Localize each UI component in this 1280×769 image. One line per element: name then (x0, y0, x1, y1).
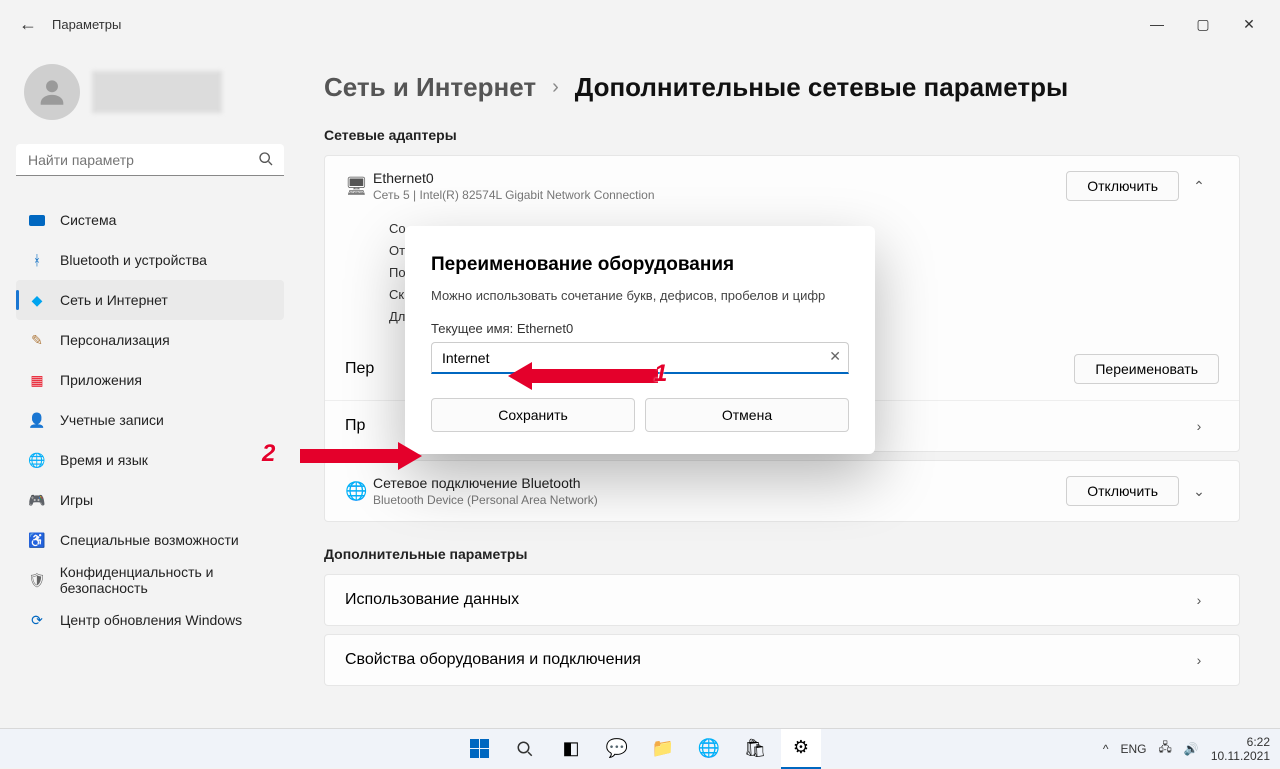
clear-input-button[interactable]: ✕ (829, 348, 841, 365)
tray-clock[interactable]: 6:2210.11.2021 (1211, 735, 1270, 763)
cancel-button[interactable]: Отмена (645, 398, 849, 432)
taskbar-edge[interactable]: 🌐 (689, 729, 729, 769)
annotation-number-2: 2 (262, 440, 275, 468)
system-tray[interactable]: ^ ENG 🖧 🔊 6:2210.11.2021 (1103, 735, 1270, 763)
save-button[interactable]: Сохранить (431, 398, 635, 432)
rename-dialog: Переименование оборудования Можно исполь… (405, 226, 875, 454)
volume-icon[interactable]: 🔊 (1184, 742, 1199, 756)
tray-lang[interactable]: ENG (1120, 742, 1146, 756)
start-button[interactable] (459, 729, 499, 769)
taskbar-explorer[interactable]: 📁 (643, 729, 683, 769)
taskbar-search[interactable] (505, 729, 545, 769)
tray-expand-icon[interactable]: ^ (1103, 742, 1109, 756)
dialog-title: Переименование оборудования (431, 254, 849, 276)
taskbar-chat[interactable]: 💬 (597, 729, 637, 769)
annotation-number-1: 1 (654, 360, 667, 388)
taskbar-settings[interactable]: ⚙ (781, 729, 821, 769)
network-icon[interactable]: 🖧 (1158, 738, 1171, 759)
taskbar: ◧ 💬 📁 🌐 🛍 ⚙ ^ ENG 🖧 🔊 6:2210.11.2021 (0, 728, 1280, 768)
dialog-hint: Можно использовать сочетание букв, дефис… (431, 288, 849, 303)
taskbar-taskview[interactable]: ◧ (551, 729, 591, 769)
rename-input[interactable] (431, 342, 849, 374)
taskbar-store[interactable]: 🛍 (735, 729, 775, 769)
current-name-label: Текущее имя: Ethernet0 (431, 321, 849, 336)
